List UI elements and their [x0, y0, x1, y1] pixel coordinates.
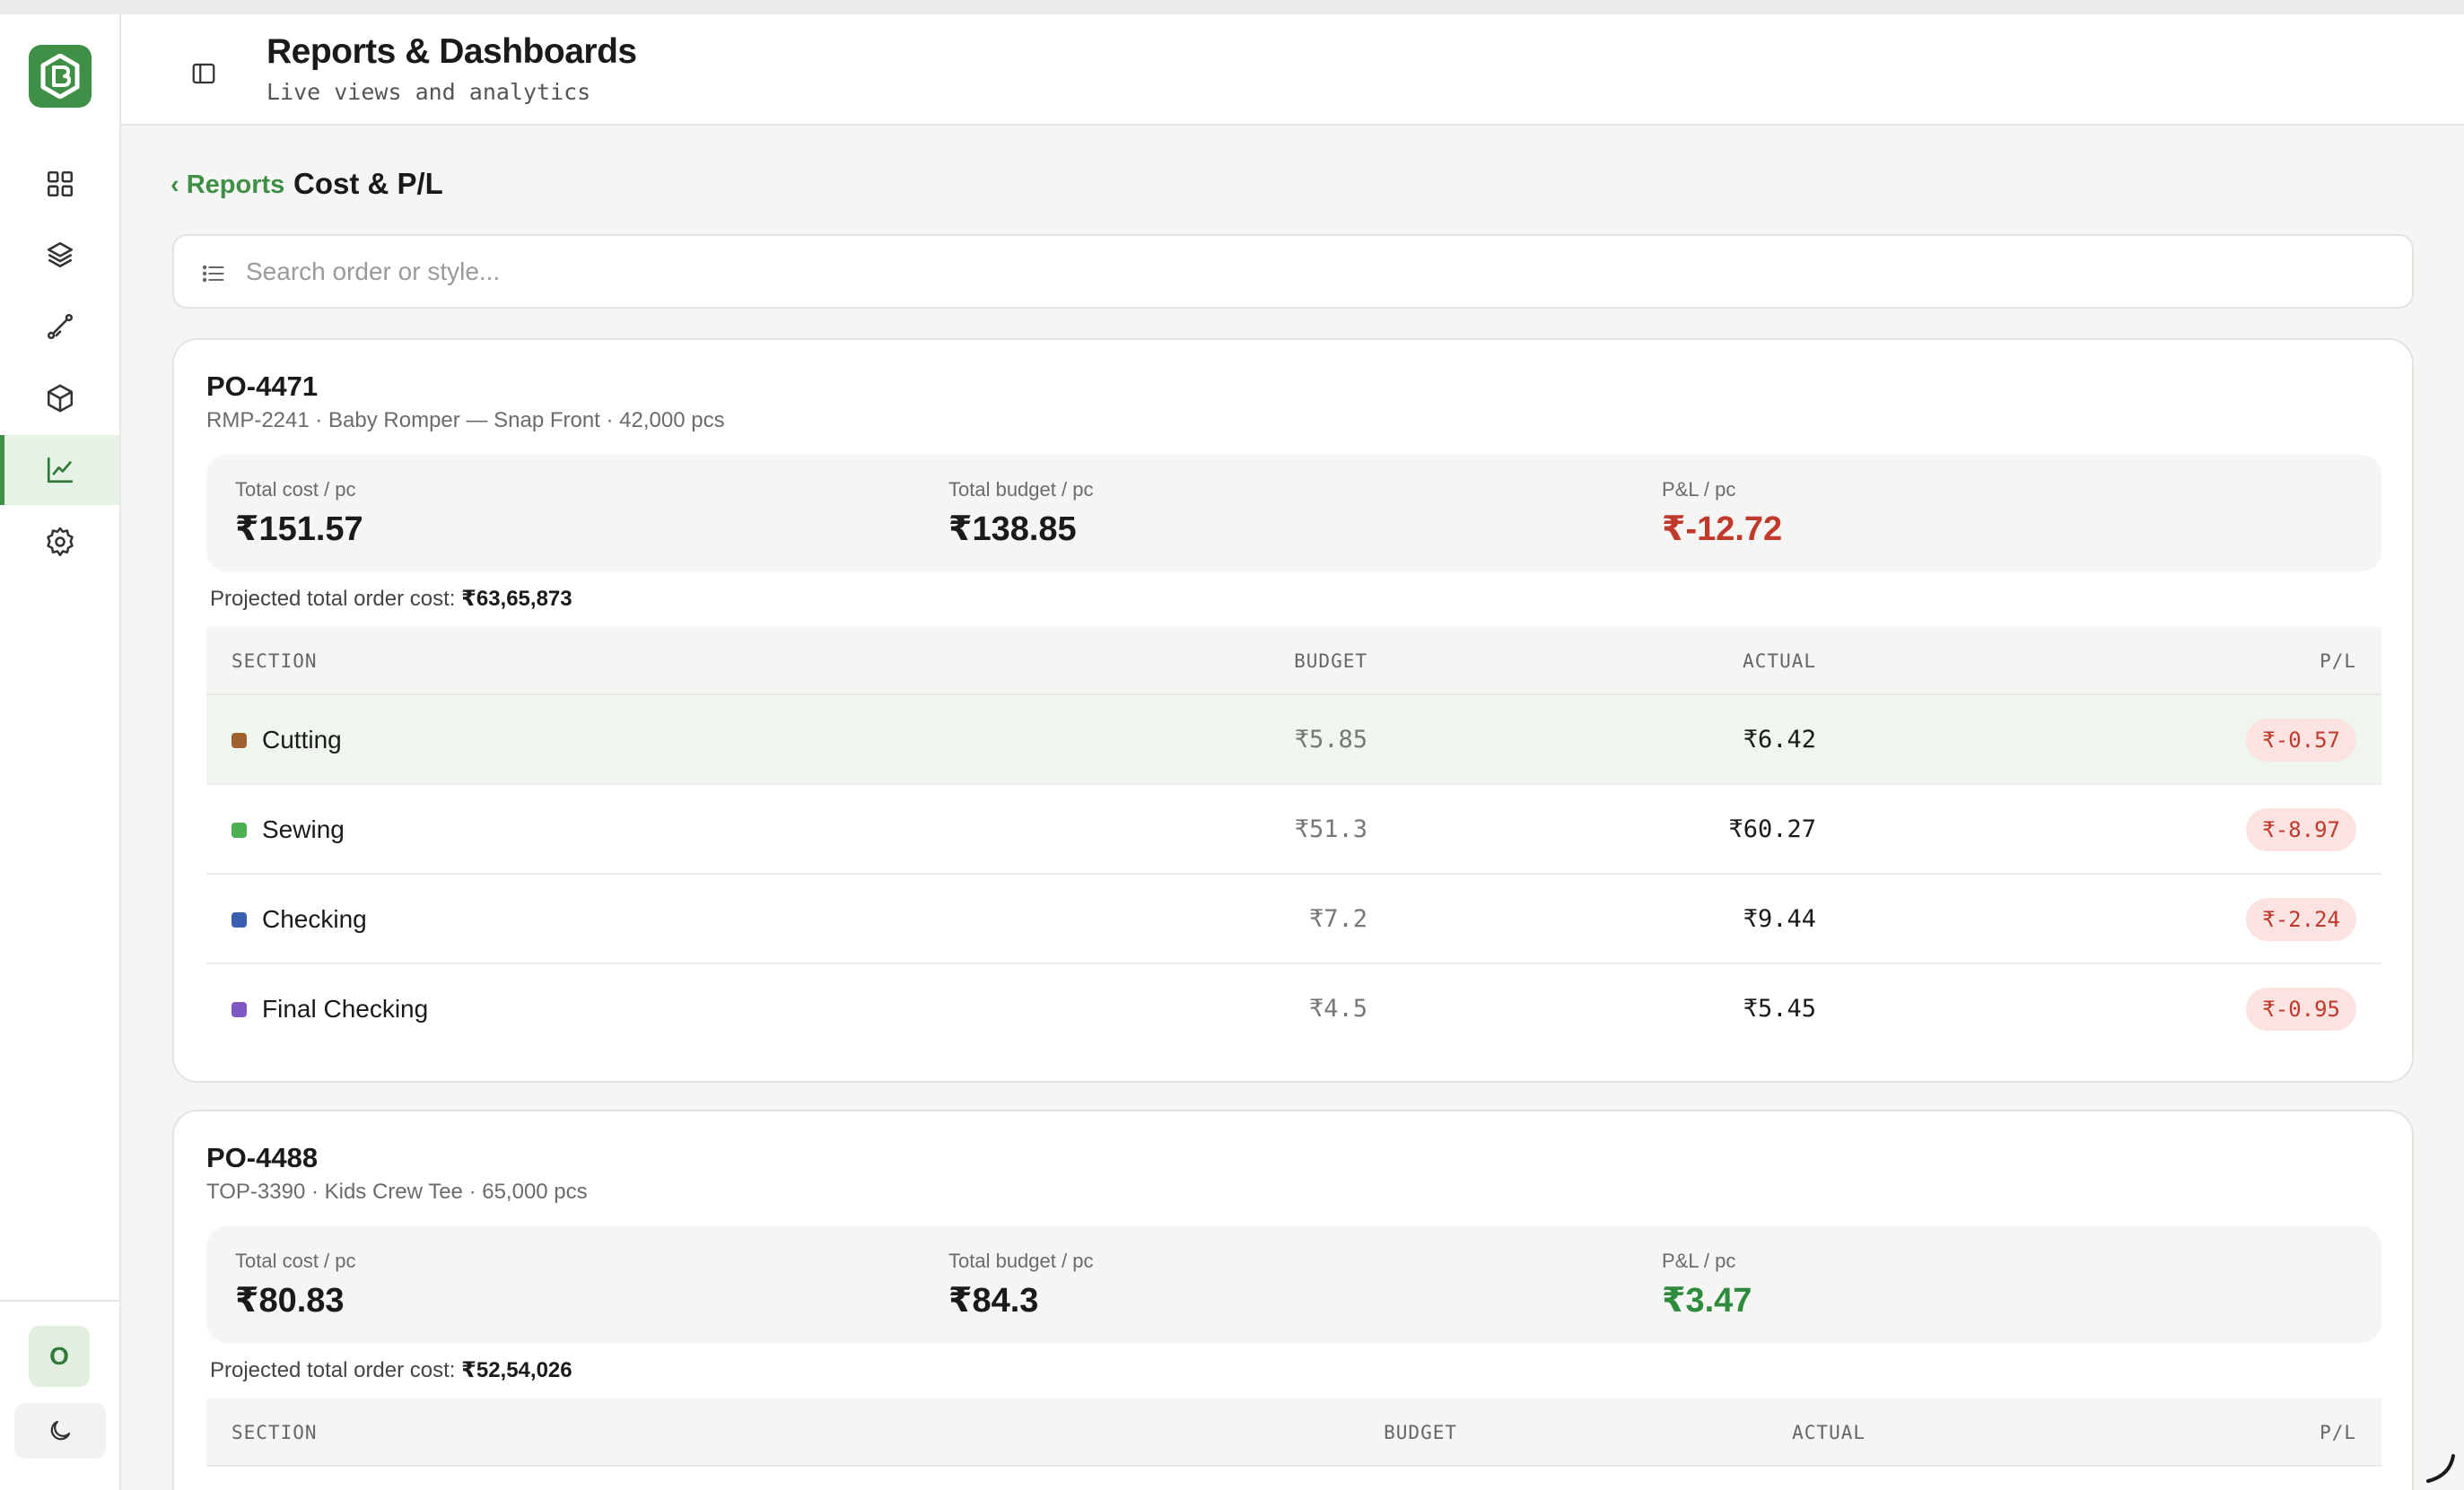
budget-value: ₹7.2: [1308, 905, 1367, 933]
sidebar-divider: [0, 1300, 119, 1302]
stat-total-cost: Total cost / pc ₹80.83: [235, 1250, 356, 1320]
chart-line-icon: [47, 457, 73, 484]
stat-value: ₹84.3: [948, 1282, 1039, 1320]
loading-spinner-icon: [2426, 1454, 2455, 1483]
stat-label: Total budget / pc: [948, 1250, 1094, 1272]
section-color-dot: [232, 733, 247, 748]
sidebar-toggle-button[interactable]: [186, 56, 222, 91]
budget-value: ₹4.5: [1308, 995, 1367, 1023]
budget-value: ₹51.3: [1294, 815, 1367, 843]
nav-inventory[interactable]: [0, 363, 119, 433]
nav-settings[interactable]: [0, 507, 119, 577]
section-color-dot: [232, 912, 247, 928]
pl-badge: ₹-2.24: [2246, 898, 2356, 941]
brand-logo-icon[interactable]: [29, 45, 92, 108]
sidebar: O: [0, 14, 121, 1490]
avatar-initial: O: [49, 1342, 69, 1370]
col-budget[interactable]: BUDGET: [1294, 650, 1367, 672]
po-description: TOP-3390 · Kids Crew Tee · 65,000 pcs: [206, 1180, 588, 1204]
sidebar-panel-icon: [192, 63, 215, 84]
projected-label: Projected total order cost:: [210, 1358, 456, 1382]
col-pl[interactable]: P/L: [2320, 1422, 2356, 1443]
section-color-dot: [232, 1002, 247, 1017]
grid-icon: [47, 170, 73, 197]
stat-value: ₹3.47: [1662, 1282, 1752, 1320]
gear-icon: [46, 527, 74, 556]
breadcrumb-back-link[interactable]: ‹ Reports: [170, 170, 284, 200]
moon-icon: [50, 1420, 71, 1441]
pl-badge: ₹-0.95: [2246, 988, 2356, 1031]
table-row[interactable]: Final Checking ₹4.5 ₹5.45 ₹-0.95: [206, 964, 2381, 1054]
avatar[interactable]: O: [29, 1326, 90, 1387]
stat-total-budget: Total budget / pc ₹84.3: [948, 1250, 1093, 1320]
stat-label: P&L / pc: [1662, 1250, 1736, 1272]
pl-badge: ₹-0.57: [2246, 719, 2356, 762]
page-title: Reports & Dashboards: [266, 32, 637, 71]
nav-layers[interactable]: [0, 220, 119, 290]
stat-value: ₹138.85: [948, 510, 1077, 548]
stat-value: ₹80.83: [235, 1282, 345, 1320]
actual-value: ₹5.45: [1743, 995, 1816, 1023]
budget-value: ₹5.85: [1294, 726, 1367, 754]
stat-label: Total budget / pc: [948, 478, 1094, 501]
stat-label: P&L / pc: [1662, 478, 1736, 501]
section-name: Sewing: [262, 815, 345, 843]
table-row[interactable]: Checking ₹7.2 ₹9.44 ₹-2.24: [206, 875, 2381, 964]
actual-value: ₹9.44: [1743, 905, 1816, 933]
stat-label: Total cost / pc: [235, 478, 356, 501]
cost-summary: Total cost / pc ₹80.83 Total budget / pc…: [206, 1226, 2381, 1343]
search-input[interactable]: [246, 250, 2381, 293]
section-table: SECTION BUDGET ACTUAL P/L Cutting ₹5.85 …: [206, 627, 2381, 1054]
section-table: SECTION BUDGET ACTUAL P/L: [206, 1399, 2381, 1467]
projected-cost: Projected total order cost: ₹52,54,026: [210, 1357, 572, 1383]
po-number: PO-4471: [206, 370, 319, 402]
col-section[interactable]: SECTION: [232, 650, 318, 672]
col-actual[interactable]: ACTUAL: [1792, 1422, 1865, 1443]
actual-value: ₹60.27: [1728, 815, 1816, 843]
po-number: PO-4488: [206, 1142, 319, 1173]
layers-icon: [47, 241, 73, 268]
breadcrumb-current: Cost & P/L: [293, 167, 443, 200]
po-description: RMP-2241 · Baby Romper — Snap Front · 42…: [206, 408, 725, 432]
table-header: SECTION BUDGET ACTUAL P/L: [206, 627, 2381, 695]
col-budget[interactable]: BUDGET: [1384, 1422, 1457, 1443]
section-name: Cutting: [262, 726, 342, 754]
order-card: PO-4488 TOP-3390 · Kids Crew Tee · 65,00…: [172, 1110, 2414, 1490]
top-strip: [0, 0, 2464, 14]
pl-badge: ₹-8.97: [2246, 808, 2356, 851]
table-row[interactable]: Sewing ₹51.3 ₹60.27 ₹-8.97: [206, 785, 2381, 875]
actual-value: ₹6.42: [1743, 726, 1816, 754]
list-filter-icon: [202, 265, 224, 283]
cost-summary: Total cost / pc ₹151.57 Total budget / p…: [206, 455, 2381, 571]
table-row[interactable]: Cutting ₹5.85 ₹6.42 ₹-0.57: [206, 695, 2381, 785]
page-header: Reports & Dashboards Live views and anal…: [121, 14, 2464, 126]
section-name: Final Checking: [262, 995, 429, 1023]
box-icon: [47, 384, 73, 413]
stat-pl: P&L / pc ₹-12.72: [1662, 478, 1782, 549]
search-bar: [172, 234, 2414, 309]
col-pl[interactable]: P/L: [2320, 650, 2356, 672]
stat-value: ₹-12.72: [1662, 510, 1783, 548]
section-color-dot: [232, 823, 247, 838]
stat-total-cost: Total cost / pc ₹151.57: [235, 478, 363, 549]
theme-toggle-button[interactable]: [14, 1403, 106, 1459]
section-name: Checking: [262, 905, 367, 933]
projected-value: ₹63,65,873: [461, 587, 572, 611]
projected-value: ₹52,54,026: [461, 1358, 572, 1382]
stat-pl: P&L / pc ₹3.47: [1662, 1250, 1752, 1320]
nav-route[interactable]: [0, 292, 119, 362]
stat-value: ₹151.57: [235, 510, 363, 548]
stat-total-budget: Total budget / pc ₹138.85: [948, 478, 1093, 549]
projected-label: Projected total order cost:: [210, 587, 456, 611]
nav-reports[interactable]: [0, 435, 119, 505]
order-card: PO-4471 RMP-2241 · Baby Romper — Snap Fr…: [172, 338, 2414, 1083]
stat-label: Total cost / pc: [235, 1250, 356, 1272]
table-header: SECTION BUDGET ACTUAL P/L: [206, 1399, 2381, 1467]
nav-dashboard[interactable]: [0, 149, 119, 219]
page-subtitle: Live views and analytics: [266, 79, 591, 105]
route-icon: [47, 313, 73, 340]
col-section[interactable]: SECTION: [232, 1422, 318, 1443]
col-actual[interactable]: ACTUAL: [1743, 650, 1816, 672]
projected-cost: Projected total order cost: ₹63,65,873: [210, 586, 572, 612]
